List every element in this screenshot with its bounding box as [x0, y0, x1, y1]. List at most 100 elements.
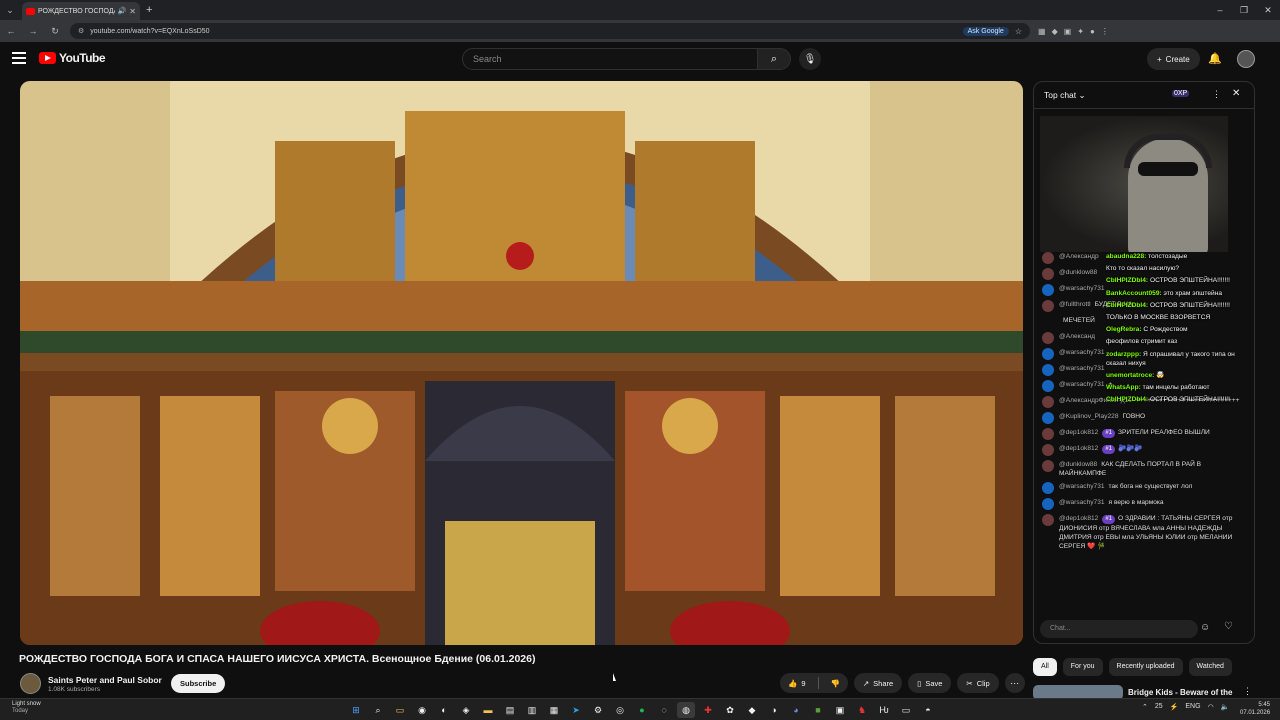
- app-icon[interactable]: ▤: [501, 702, 519, 718]
- top-chat-dropdown[interactable]: Top chat ⌄: [1044, 90, 1086, 101]
- terminal-icon[interactable]: ▭: [897, 702, 915, 718]
- new-tab-button[interactable]: +: [146, 4, 152, 16]
- menu-dots-icon[interactable]: ⋮: [1101, 27, 1109, 36]
- chat-avatar[interactable]: [1042, 300, 1054, 312]
- heart-icon[interactable]: ♡: [1224, 621, 1233, 632]
- chat-author[interactable]: @dep1ok812: [1059, 515, 1098, 522]
- emoji-icon[interactable]: ☺: [1200, 622, 1210, 633]
- wifi-icon[interactable]: ◠: [1208, 703, 1214, 711]
- chat-avatar[interactable]: [1042, 364, 1054, 376]
- search-icon[interactable]: ⌕: [369, 702, 387, 718]
- chrome-icon[interactable]: ◍: [677, 702, 695, 718]
- chat-avatar[interactable]: [1042, 380, 1054, 392]
- chat-author[interactable]: @Александ: [1059, 333, 1095, 340]
- chat-author[interactable]: @Александр: [1059, 253, 1099, 260]
- app-icon[interactable]: ◓: [919, 702, 937, 718]
- share-button[interactable]: ↗ Share: [853, 673, 903, 693]
- xp-badge[interactable]: 0XP: [1172, 90, 1190, 97]
- chat-author[interactable]: @warsachy731: [1059, 285, 1105, 292]
- channel-avatar[interactable]: [20, 673, 41, 694]
- site-info-icon[interactable]: ⚙: [78, 27, 84, 35]
- app-icon[interactable]: ▥: [523, 702, 541, 718]
- maximize-button[interactable]: ❐: [1232, 0, 1256, 20]
- minimize-button[interactable]: –: [1208, 0, 1232, 20]
- account-avatar[interactable]: [1237, 50, 1255, 68]
- chat-author[interactable]: @warsachy731: [1059, 381, 1105, 388]
- clock[interactable]: 5:45 07.01.2026: [1240, 701, 1270, 717]
- filter-chip[interactable]: Watched: [1188, 658, 1232, 676]
- subscribe-button[interactable]: Subscribe: [171, 674, 226, 693]
- tray-chevron-icon[interactable]: ⌃: [1142, 703, 1148, 711]
- recommendation-menu-icon[interactable]: ⋮: [1243, 686, 1252, 697]
- weather-widget[interactable]: Light snow Today: [12, 701, 41, 715]
- app-icon[interactable]: ◌: [655, 702, 673, 718]
- search-button[interactable]: ⌕: [757, 48, 791, 70]
- language-indicator[interactable]: ENG: [1185, 703, 1200, 711]
- ask-google-button[interactable]: Ask Google: [962, 26, 1009, 36]
- chat-avatar[interactable]: [1042, 268, 1054, 280]
- app-icon[interactable]: ◉: [413, 702, 431, 718]
- chat-input[interactable]: Chat...: [1040, 620, 1198, 638]
- app-icon[interactable]: ✚: [699, 702, 717, 718]
- app-icon[interactable]: ◑: [765, 702, 783, 718]
- forward-icon[interactable]: →: [26, 26, 40, 36]
- more-actions-button[interactable]: ⋯: [1004, 673, 1025, 693]
- chat-menu-icon[interactable]: ⋮: [1212, 89, 1221, 100]
- steam-icon[interactable]: ⚙: [589, 702, 607, 718]
- start-icon[interactable]: ⊞: [347, 702, 365, 718]
- chat-close-icon[interactable]: ✕: [1232, 88, 1240, 99]
- volume-level[interactable]: 25: [1155, 703, 1163, 711]
- chat-author[interactable]: @dunklow88: [1059, 461, 1097, 468]
- chat-avatar[interactable]: [1042, 460, 1054, 472]
- app-icon[interactable]: ◆: [743, 702, 761, 718]
- chat-avatar[interactable]: [1042, 514, 1054, 526]
- close-window-button[interactable]: ✕: [1256, 0, 1280, 20]
- app-icon[interactable]: Ƕ: [875, 702, 893, 718]
- speaker-icon[interactable]: 🔈: [1221, 703, 1230, 711]
- chat-avatar[interactable]: [1042, 252, 1054, 264]
- filter-chip[interactable]: Recently uploaded: [1108, 658, 1183, 676]
- video-player[interactable]: [20, 81, 1023, 645]
- calendar-icon[interactable]: ▦: [545, 702, 563, 718]
- chat-avatar[interactable]: [1042, 332, 1054, 344]
- address-bar[interactable]: ⚙ youtube.com/watch?v=EQXnLoSsD50 Ask Go…: [70, 23, 1030, 39]
- app-icon[interactable]: ◎: [611, 702, 629, 718]
- chat-author[interactable]: @warsachy731: [1059, 499, 1105, 506]
- discord-icon[interactable]: ◕: [787, 702, 805, 718]
- minecraft-icon[interactable]: ■: [809, 702, 827, 718]
- chat-author[interactable]: @dep1ok812: [1059, 445, 1098, 452]
- extension-icon[interactable]: ▣: [1064, 27, 1072, 36]
- app-icon[interactable]: ▣: [831, 702, 849, 718]
- chat-author[interactable]: @Kuplinov_Play228: [1059, 413, 1118, 420]
- extension-icon[interactable]: ▦: [1038, 27, 1046, 36]
- tab-search-icon[interactable]: ⌄: [0, 0, 20, 20]
- folder-icon[interactable]: ▬: [479, 702, 497, 718]
- reload-icon[interactable]: ↻: [48, 26, 62, 37]
- chat-author[interactable]: @warsachy731: [1059, 349, 1105, 356]
- chat-author[interactable]: @warsachy731: [1059, 365, 1105, 372]
- like-button[interactable]: 👍 9: [780, 673, 814, 693]
- filter-chip[interactable]: For you: [1062, 658, 1103, 676]
- notifications-bell-icon[interactable]: 🔔: [1208, 52, 1222, 65]
- chat-author[interactable]: @warsachy731: [1059, 483, 1105, 490]
- create-button[interactable]: + Create: [1147, 48, 1200, 70]
- telegram-icon[interactable]: ➤: [567, 702, 585, 718]
- file-explorer-icon[interactable]: ▭: [391, 702, 409, 718]
- tab-close-icon[interactable]: ✕: [129, 7, 136, 16]
- recommendation-title[interactable]: Bridge Kids - Beware of the: [1128, 688, 1232, 697]
- channel-name[interactable]: Saints Peter and Paul Sobor: [48, 675, 162, 685]
- filter-chip[interactable]: All: [1033, 658, 1057, 676]
- chat-avatar[interactable]: [1042, 428, 1054, 440]
- app-icon[interactable]: ◈: [457, 702, 475, 718]
- save-button[interactable]: ▯ Save: [908, 673, 952, 693]
- app-icon[interactable]: ✿: [721, 702, 739, 718]
- youtube-logo[interactable]: YouTube: [39, 51, 106, 65]
- profile-icon[interactable]: ●: [1090, 27, 1095, 36]
- tab-youtube[interactable]: РОЖДЕСТВО ГОСПОДА Б... 🔊 ✕: [22, 2, 140, 20]
- chat-avatar[interactable]: [1042, 482, 1054, 494]
- spotify-icon[interactable]: ●: [633, 702, 651, 718]
- dislike-button[interactable]: 👎: [823, 673, 848, 693]
- chat-author[interactable]: @fullthrottl: [1059, 301, 1091, 308]
- voice-search-button[interactable]: 🎙: [799, 48, 821, 70]
- chat-author[interactable]: @dunklow88: [1059, 269, 1097, 276]
